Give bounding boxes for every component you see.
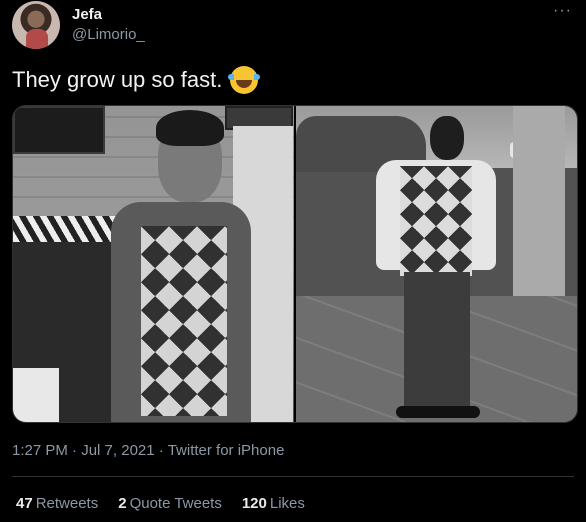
tweet-meta: 1:27 PM · Jul 7, 2021 · Twitter for iPho… (12, 442, 284, 459)
argyle-vest (400, 166, 472, 276)
retweets-count: 47 (16, 495, 33, 512)
tweet-source[interactable]: Twitter for iPhone (168, 442, 285, 459)
tweet-date[interactable]: Jul 7, 2021 (81, 442, 154, 459)
media-grid (12, 105, 578, 423)
photo-adult[interactable] (296, 106, 577, 422)
meta-separator: · (72, 442, 78, 459)
man-head (430, 116, 464, 160)
quote-tweets-label: Quote Tweets (129, 495, 222, 512)
author-handle[interactable]: @Limorio_ (72, 26, 145, 43)
meta-separator-2: · (158, 442, 164, 459)
pillar (513, 106, 565, 296)
divider (12, 476, 574, 477)
quote-tweets-stat[interactable]: 2 Quote Tweets (118, 495, 222, 512)
tv (13, 106, 105, 154)
tweet-stats: 47 Retweets 2 Quote Tweets 120 Likes (16, 495, 305, 512)
photo-child[interactable] (13, 106, 294, 422)
author-display-name[interactable]: Jefa (72, 6, 102, 23)
tweet-text: They grow up so fast. (12, 66, 261, 94)
argyle-vest (141, 226, 227, 416)
box (13, 368, 59, 422)
man-pants (404, 272, 470, 412)
face-with-tears-of-joy-icon (228, 66, 261, 94)
tweet-time[interactable]: 1:27 PM (12, 442, 68, 459)
likes-label: Likes (269, 495, 305, 512)
quote-tweets-count: 2 (118, 495, 127, 512)
boy-hair (156, 110, 224, 146)
tweet-text-content: They grow up so fast. (12, 67, 223, 92)
man-shoes (396, 406, 480, 418)
more-options-icon[interactable]: ··· (553, 2, 572, 20)
retweets-stat[interactable]: 47 Retweets (16, 495, 98, 512)
likes-count: 120 (241, 495, 267, 512)
retweets-label: Retweets (35, 495, 99, 512)
avatar[interactable] (12, 1, 60, 49)
likes-stat[interactable]: 120 Likes (242, 495, 305, 512)
